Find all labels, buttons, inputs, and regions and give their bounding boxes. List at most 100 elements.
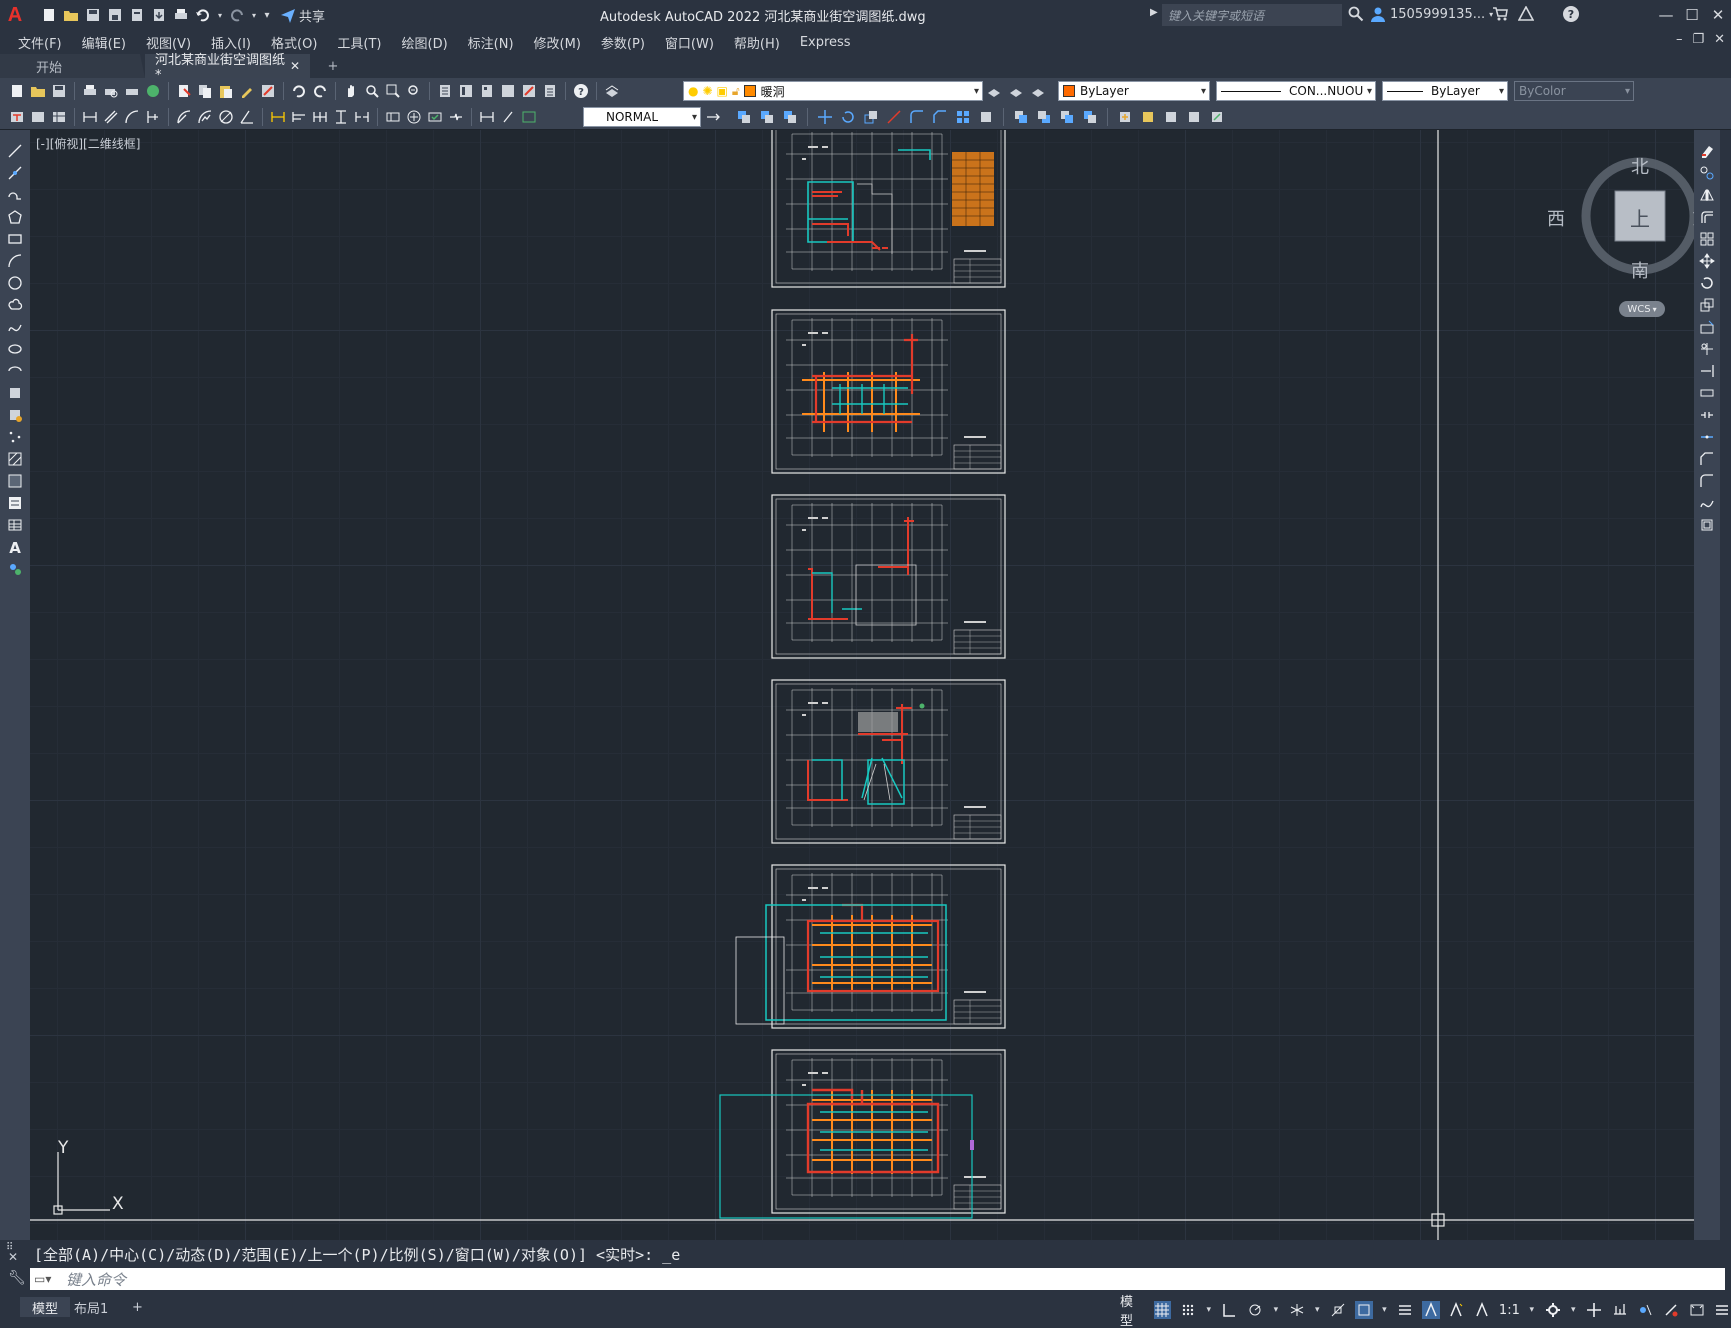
dim-edit-icon[interactable] — [478, 108, 496, 126]
dim-text-edit-icon[interactable] — [499, 108, 517, 126]
menu-help[interactable]: 帮助(H) — [724, 33, 790, 52]
array-icon[interactable] — [1698, 230, 1716, 248]
draw-order-front-icon[interactable] — [1012, 108, 1030, 126]
send-under-icon[interactable] — [1081, 108, 1099, 126]
ellipse-arc-icon[interactable] — [6, 362, 24, 380]
doc-close-icon[interactable]: ✕ — [1714, 32, 1725, 47]
color-dropdown[interactable]: ByLayer ▾ — [1058, 81, 1210, 101]
help-icon[interactable]: ? — [1562, 5, 1580, 27]
menu-window[interactable]: 窗口(W) — [655, 33, 724, 52]
menu-modify[interactable]: 修改(M) — [524, 33, 591, 52]
text-style-icon[interactable] — [8, 108, 26, 126]
lineweight-icon[interactable] — [1396, 1301, 1414, 1319]
plot-icon[interactable] — [81, 82, 99, 100]
dim-aligned-icon[interactable] — [102, 108, 120, 126]
dim-style-icon[interactable] — [29, 108, 47, 126]
join-icon[interactable] — [1698, 428, 1716, 446]
chevron-down-icon[interactable]: ▾ — [1569, 1301, 1577, 1319]
layer-state-icon[interactable] — [1029, 82, 1047, 100]
chamfer-icon[interactable] — [1698, 450, 1716, 468]
markup-icon[interactable] — [520, 82, 538, 100]
block-editor-icon[interactable] — [259, 82, 277, 100]
copy-object-icon[interactable] — [1698, 164, 1716, 182]
publish-3d-icon[interactable] — [144, 82, 162, 100]
table-icon[interactable] — [6, 516, 24, 534]
minimize-icon[interactable]: — — [1653, 0, 1679, 30]
polyline-icon[interactable] — [6, 186, 24, 204]
doc-minimize-icon[interactable]: – — [1676, 32, 1683, 47]
rotate-icon[interactable] — [1698, 274, 1716, 292]
zoom-window-icon[interactable] — [384, 82, 402, 100]
snap-icon[interactable] — [1179, 1301, 1197, 1319]
copy-icon[interactable] — [196, 82, 214, 100]
qnew-icon[interactable] — [8, 82, 26, 100]
grid-icon[interactable] — [1153, 1301, 1172, 1319]
scale-icon[interactable] — [862, 108, 880, 126]
chevron-down-icon[interactable]: ▾ — [1272, 1301, 1280, 1319]
layer-properties-icon[interactable] — [603, 82, 621, 100]
dim-linear-icon[interactable] — [81, 108, 99, 126]
command-input[interactable]: ▭▾ 键入命令 — [30, 1268, 1725, 1290]
explode-icon[interactable] — [977, 108, 995, 126]
autodesk-app-icon[interactable] — [1517, 5, 1535, 26]
lock-icon[interactable]: 🔓︎ — [732, 84, 740, 99]
dim-jogged-icon[interactable] — [196, 108, 214, 126]
plotstyle-dropdown[interactable]: ByColor ▾ — [1514, 81, 1634, 101]
chevron-down-icon[interactable]: ▾ — [1381, 1301, 1389, 1319]
line-icon[interactable] — [6, 142, 24, 160]
save-web-icon[interactable] — [150, 6, 168, 24]
frames-icon[interactable] — [1208, 108, 1226, 126]
explode-icon[interactable] — [1698, 516, 1716, 534]
wcs-menu[interactable]: WCS ▾ — [1619, 301, 1665, 317]
tab-document[interactable]: 河北某商业街空调图纸* ✕ — [145, 53, 310, 83]
close-tab-icon[interactable]: ✕ — [290, 59, 300, 73]
break-icon[interactable] — [1698, 406, 1716, 424]
compass-ring[interactable] — [1550, 150, 1694, 310]
sun-icon[interactable]: ✺ — [702, 84, 712, 98]
tab-layout1[interactable]: 布局1 — [62, 1297, 120, 1317]
menu-express[interactable]: Express — [790, 35, 861, 50]
chevron-down-icon[interactable]: ▾ — [1528, 1301, 1536, 1319]
circle-icon[interactable] — [6, 274, 24, 292]
close-command-icon[interactable]: ✕ — [8, 1250, 18, 1264]
layer-dropdown[interactable]: ● ✺ ▣ 🔓︎ 暖洞 ▾ — [683, 81, 983, 101]
new-tab-button[interactable]: + — [320, 54, 346, 78]
lightbulb-icon[interactable]: ● — [688, 84, 698, 98]
auto-scale-icon[interactable] — [1448, 1301, 1466, 1319]
dim-override-icon[interactable] — [704, 108, 722, 126]
dim-ordinate-icon[interactable] — [144, 108, 162, 126]
scale-icon[interactable] — [1698, 296, 1716, 314]
cut-icon[interactable] — [175, 82, 193, 100]
compass-south[interactable]: 南 — [1631, 257, 1649, 283]
dim-diameter-icon[interactable] — [217, 108, 235, 126]
tab-start[interactable]: 开始 — [0, 54, 145, 78]
workspace-gear-icon[interactable] — [1544, 1301, 1562, 1319]
jogged-linear-icon[interactable] — [447, 108, 465, 126]
rotate-icon[interactable] — [839, 108, 857, 126]
search-icon[interactable] — [1348, 6, 1364, 26]
dim-angular-icon[interactable] — [238, 108, 256, 126]
ellipse-icon[interactable] — [6, 340, 24, 358]
menu-tools[interactable]: 工具(T) — [327, 33, 391, 52]
annotation-scale-value[interactable]: 1:1 — [1499, 1303, 1520, 1318]
annotation-monitor-icon[interactable] — [1585, 1301, 1603, 1319]
save-as-icon[interactable] — [106, 6, 124, 24]
chevron-down-icon[interactable]: ▾ — [216, 6, 224, 24]
object-snap-icon[interactable] — [1354, 1301, 1373, 1319]
mirror-icon[interactable] — [1698, 186, 1716, 204]
design-center-icon[interactable] — [457, 82, 475, 100]
add-selected-icon[interactable] — [6, 560, 24, 578]
dim-radius-icon[interactable] — [175, 108, 193, 126]
dim-update-icon[interactable] — [520, 108, 538, 126]
spline-icon[interactable] — [6, 318, 24, 336]
dim-continue-icon[interactable] — [311, 108, 329, 126]
isolate-objects-icon[interactable] — [1636, 1301, 1654, 1319]
bring-above-icon[interactable] — [1058, 108, 1076, 126]
move-icon[interactable] — [1698, 252, 1716, 270]
dim-break-icon[interactable] — [353, 108, 371, 126]
add-layout-button[interactable]: + — [120, 1297, 155, 1317]
insert-block-icon[interactable] — [1116, 108, 1134, 126]
viewport-freeze-icon[interactable]: ▣ — [717, 84, 728, 98]
undo-icon[interactable] — [194, 6, 212, 24]
units-icon[interactable] — [1611, 1301, 1629, 1319]
